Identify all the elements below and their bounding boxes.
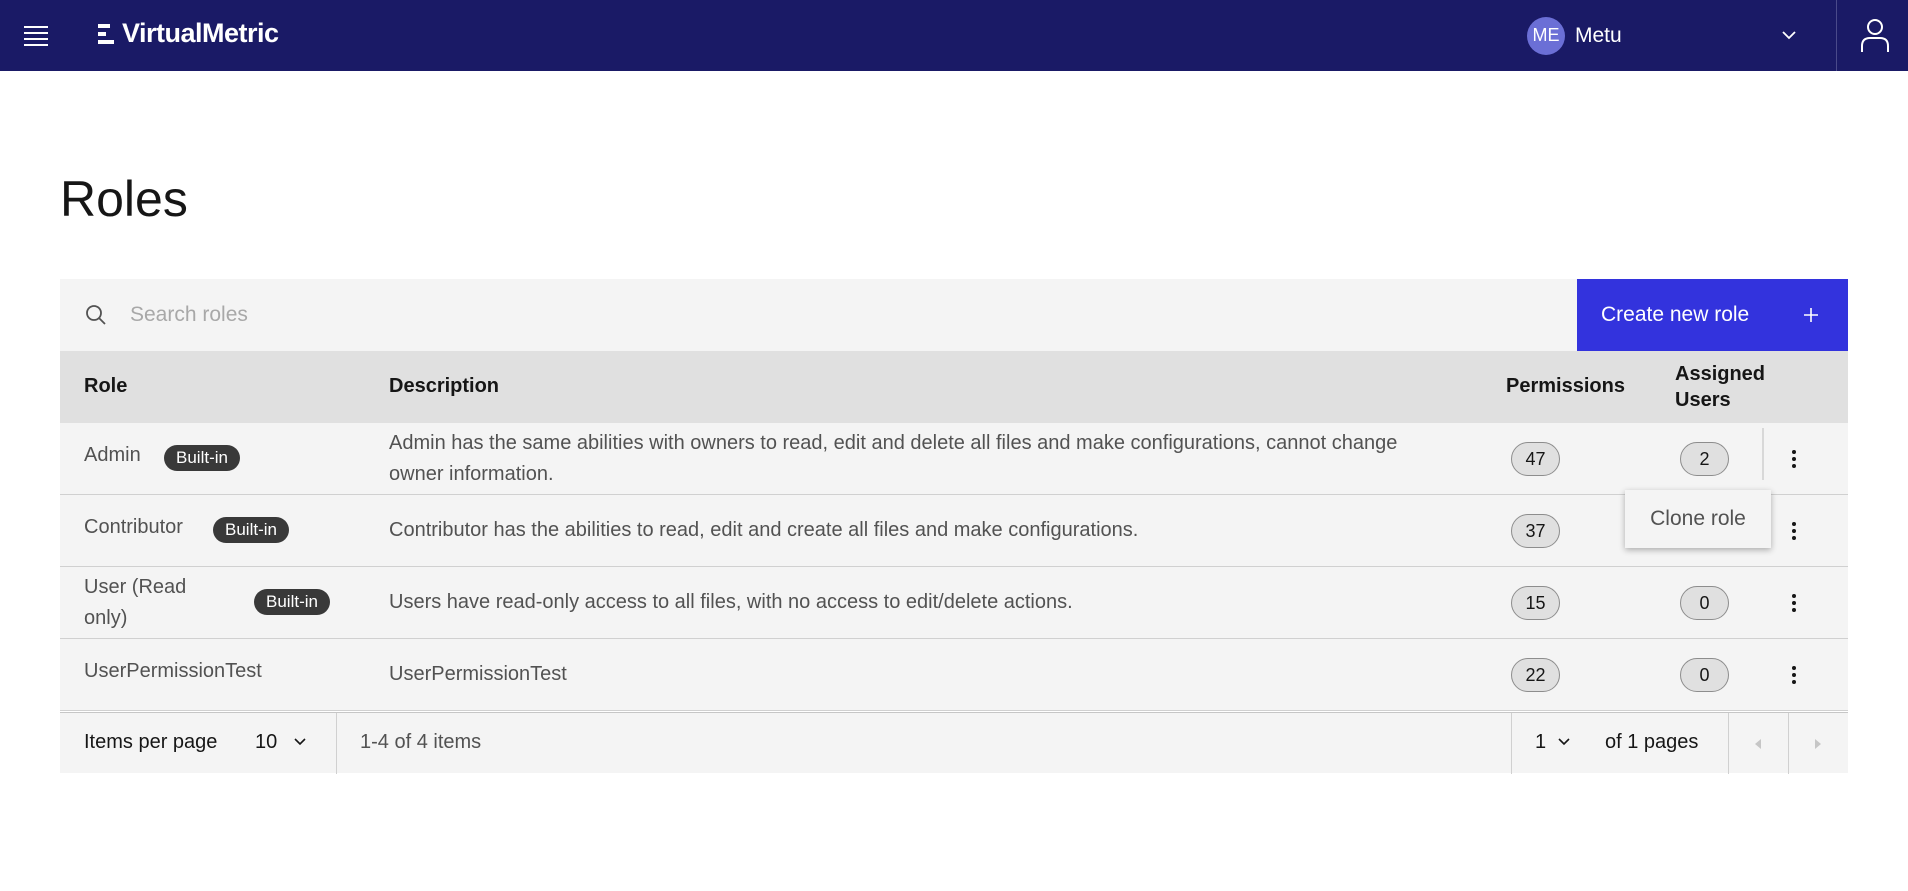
items-per-page-label: Items per page xyxy=(84,731,218,753)
brand-logo[interactable]: VirtualMetric xyxy=(98,18,279,49)
search-input[interactable] xyxy=(130,295,1530,335)
overflow-menu-icon[interactable] xyxy=(1776,513,1812,549)
role-description: Admin has the same abilities with owners… xyxy=(389,432,1398,485)
divider xyxy=(1511,713,1512,774)
clone-role-menu-item[interactable]: Clone role xyxy=(1625,490,1771,548)
overflow-menu-icon[interactable] xyxy=(1776,585,1812,621)
column-header-permissions[interactable]: Permissions xyxy=(1506,375,1625,398)
items-per-page-select[interactable]: 10 xyxy=(255,731,325,761)
role-name: Contributor xyxy=(84,516,183,538)
permissions-count: 22 xyxy=(1511,658,1560,692)
next-page-button[interactable] xyxy=(1788,713,1848,774)
column-header-assigned-users[interactable]: Assigned Users xyxy=(1675,361,1765,413)
column-header-description[interactable]: Description xyxy=(389,375,499,398)
permissions-count: 15 xyxy=(1511,586,1560,620)
pagination-bar: Items per page 10 1-4 of 4 items 1 of 1 … xyxy=(60,712,1848,774)
avatar: ME xyxy=(1527,16,1565,55)
roles-table: Role Description Permissions Assigned Us… xyxy=(60,351,1848,711)
brand-name: VirtualMetric xyxy=(122,18,279,48)
user-name: Metu xyxy=(1575,23,1622,47)
page-title: Roles xyxy=(60,171,188,227)
top-navigation-bar: VirtualMetric ME Metu xyxy=(0,0,1908,71)
table-header: Role Description Permissions Assigned Us… xyxy=(60,351,1848,423)
caret-left-icon xyxy=(1755,738,1761,749)
brand-mark-icon xyxy=(98,23,120,45)
built-in-badge: Built-in xyxy=(164,445,240,471)
search-icon xyxy=(86,305,106,325)
table-row[interactable]: Admin Built-in Admin has the same abilit… xyxy=(60,423,1848,495)
column-header-assigned-users-line1: Assigned xyxy=(1675,363,1766,385)
overflow-menu-icon[interactable] xyxy=(1776,441,1812,477)
page-value: 1 xyxy=(1535,731,1547,753)
chevron-down-icon xyxy=(1782,31,1796,40)
assigned-users-count: 2 xyxy=(1680,442,1729,476)
column-header-assigned-users-line2: Users xyxy=(1675,389,1731,411)
menu-divider xyxy=(1762,428,1764,480)
items-range-text: 1-4 of 4 items xyxy=(360,731,482,753)
total-pages-text: of 1 pages xyxy=(1605,731,1699,753)
assigned-users-count: 0 xyxy=(1680,658,1729,692)
page-select[interactable]: 1 xyxy=(1535,731,1585,761)
hamburger-menu-icon[interactable] xyxy=(20,20,52,52)
plus-icon xyxy=(1804,308,1818,322)
previous-page-button[interactable] xyxy=(1728,713,1788,774)
role-name: UserPermissionTest xyxy=(84,660,262,682)
overflow-menu-icon[interactable] xyxy=(1776,657,1812,693)
permissions-count: 47 xyxy=(1511,442,1560,476)
role-description: UserPermissionTest xyxy=(389,663,567,685)
assigned-users-count: 0 xyxy=(1680,586,1729,620)
divider xyxy=(1836,0,1837,71)
table-row[interactable]: UserPermissionTest UserPermissionTest 22… xyxy=(60,639,1848,711)
column-header-role[interactable]: Role xyxy=(84,375,127,398)
chevron-down-icon xyxy=(1558,738,1570,746)
built-in-badge: Built-in xyxy=(254,589,330,615)
items-per-page-value: 10 xyxy=(255,731,278,753)
table-row[interactable]: Contributor Built-in Contributor has the… xyxy=(60,495,1848,567)
caret-right-icon xyxy=(1815,738,1821,749)
role-description: Users have read-only access to all files… xyxy=(389,591,1073,613)
user-profile-icon[interactable] xyxy=(1856,16,1894,54)
built-in-badge: Built-in xyxy=(213,517,289,543)
table-toolbar: Create new role xyxy=(60,279,1848,351)
create-new-role-button[interactable]: Create new role xyxy=(1577,279,1848,351)
table-row[interactable]: User (Read only) Built-in Users have rea… xyxy=(60,567,1848,639)
role-name: Admin xyxy=(84,444,141,466)
chevron-down-icon xyxy=(294,738,306,746)
divider xyxy=(336,713,337,774)
permissions-count: 37 xyxy=(1511,514,1560,548)
role-name: User (Read only) xyxy=(84,576,187,629)
role-description: Contributor has the abilities to read, e… xyxy=(389,519,1139,541)
user-menu-dropdown[interactable]: ME Metu xyxy=(1520,0,1836,71)
create-new-role-label: Create new role xyxy=(1601,303,1750,326)
